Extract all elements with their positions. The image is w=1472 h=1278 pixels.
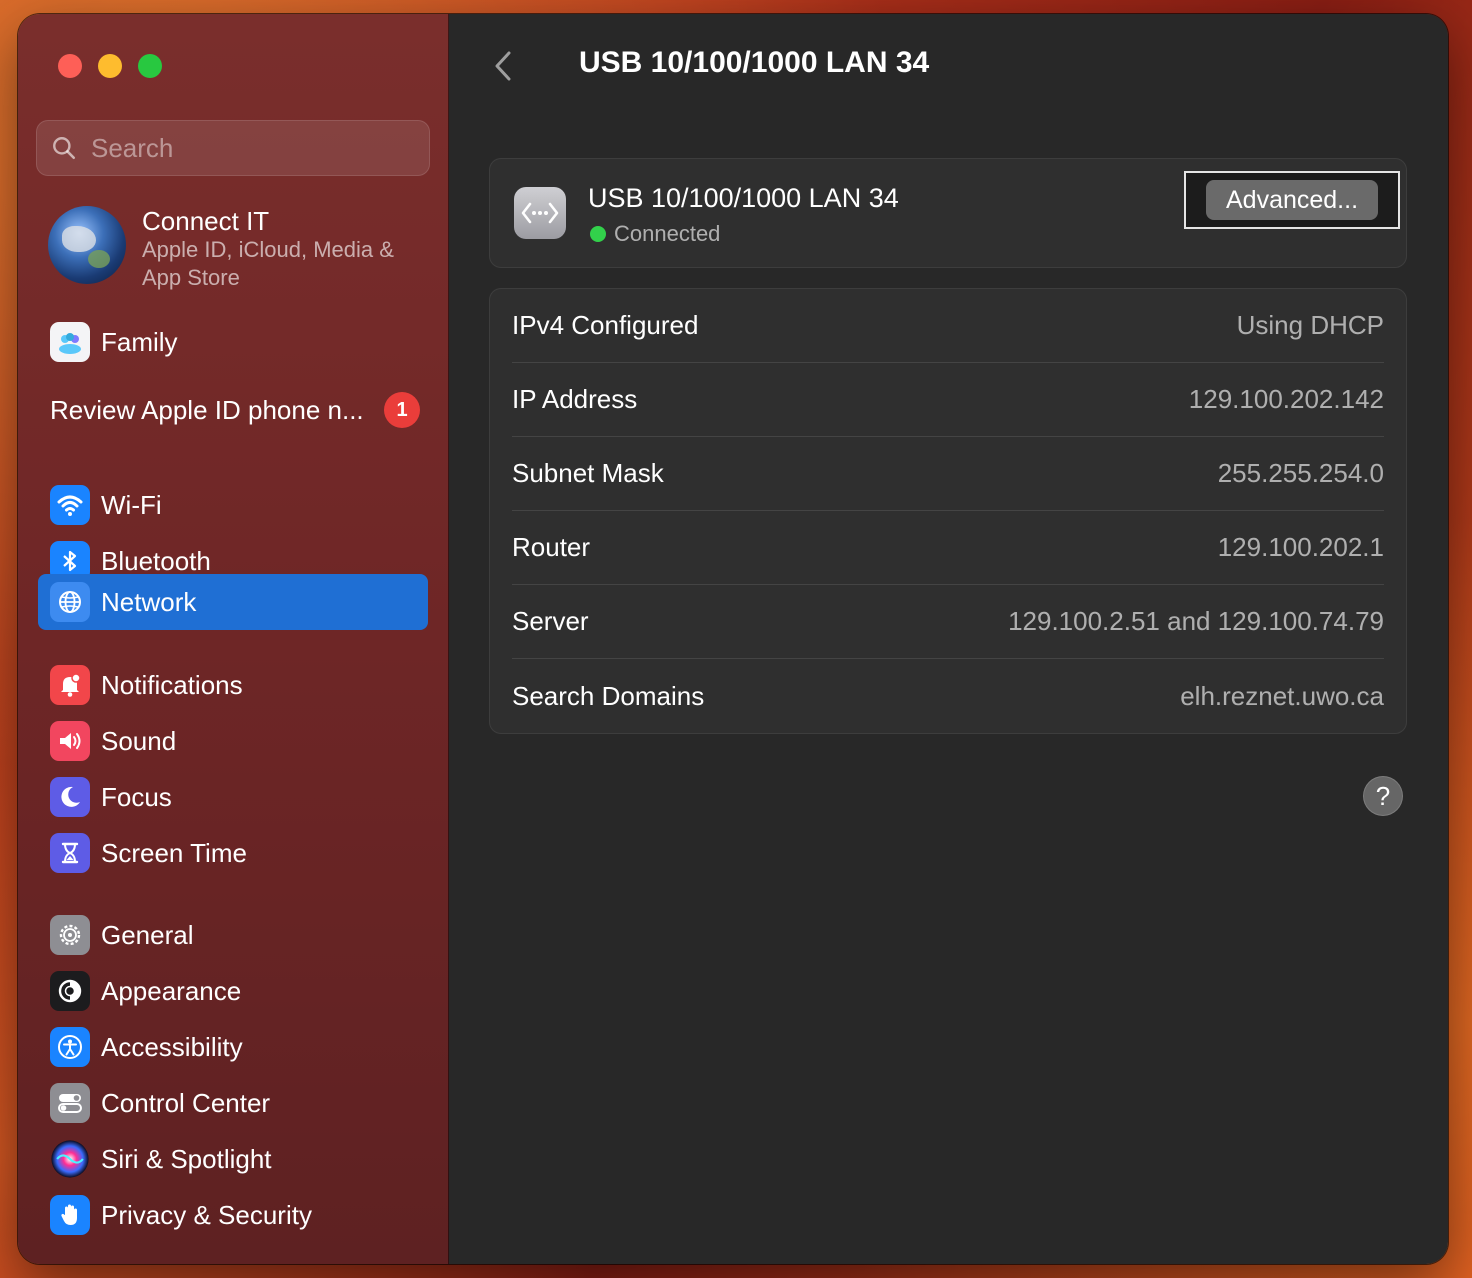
hourglass-icon [50, 833, 90, 873]
sidebar-item-family[interactable]: Family [38, 314, 428, 370]
sidebar: Connect IT Apple ID, iCloud, Media & App… [18, 14, 449, 1264]
detail-value: elh.reznet.uwo.ca [1180, 680, 1384, 711]
sidebar-item-label: Network [101, 586, 197, 617]
advanced-button-focus-ring: Advanced... [1184, 171, 1400, 229]
sidebar-item-label: Screen Time [101, 837, 247, 868]
appearance-icon [50, 971, 90, 1011]
sidebar-item-notifications[interactable]: Notifications [38, 657, 428, 713]
siri-icon [50, 1139, 90, 1179]
sidebar-item-control-center[interactable]: Control Center [38, 1075, 428, 1131]
account-item[interactable]: Connect IT Apple ID, iCloud, Media & App… [48, 206, 418, 292]
detail-value: 129.100.202.1 [1217, 532, 1384, 562]
sidebar-item-label: Wi-Fi [101, 489, 162, 520]
sidebar-item-label: General [101, 919, 194, 950]
system-settings-window: Connect IT Apple ID, iCloud, Media & App… [18, 14, 1448, 1264]
detail-key: IPv4 Configured [512, 310, 699, 340]
sidebar-item-label: Notifications [101, 669, 243, 700]
connection-card: USB 10/100/1000 LAN 34 Connected Advance… [489, 158, 1407, 268]
sidebar-item-label: Focus [101, 781, 172, 812]
detail-row: IP Address 129.100.202.142 [512, 363, 1384, 437]
sidebar-item-sound[interactable]: Sound [38, 713, 428, 769]
sidebar-item-label: Siri & Spotlight [101, 1143, 272, 1174]
connection-status: Connected [590, 221, 720, 247]
detail-row: Server 129.100.2.51 and 129.100.74.79 [512, 585, 1384, 659]
close-button[interactable] [58, 54, 82, 78]
sidebar-item-accessibility[interactable]: Accessibility [38, 1019, 428, 1075]
detail-row: Router 129.100.202.1 [512, 511, 1384, 585]
detail-key: Server [512, 606, 589, 636]
globe-icon [50, 582, 90, 622]
wifi-icon [50, 485, 90, 525]
detail-value: 129.100.2.51 and 129.100.74.79 [1008, 606, 1384, 636]
sidebar-item-privacy-security[interactable]: Privacy & Security [38, 1187, 428, 1243]
detail-row: Search Domains elh.reznet.uwo.ca [512, 659, 1384, 733]
back-chevron-icon[interactable] [489, 48, 517, 84]
detail-row: Subnet Mask 255.255.254.0 [512, 437, 1384, 511]
sidebar-item-appearance[interactable]: Appearance [38, 963, 428, 1019]
sidebar-item-label: Sound [101, 725, 177, 756]
review-label: Review Apple ID phone n... [50, 394, 364, 425]
hand-icon [50, 1195, 90, 1235]
sidebar-item-label: Control Center [101, 1087, 271, 1118]
advanced-button[interactable]: Advanced... [1206, 180, 1378, 220]
detail-key: IP Address [512, 384, 638, 414]
search-icon [53, 137, 76, 160]
gear-icon [50, 915, 90, 955]
family-icon [50, 322, 90, 362]
window-controls [58, 54, 162, 78]
moon-icon [50, 777, 90, 817]
status-dot-icon [590, 226, 606, 242]
detail-row: IPv4 Configured Using DHCP [512, 289, 1384, 363]
status-label: Connected [614, 221, 721, 246]
ip-details-card: IPv4 Configured Using DHCP IP Address 12… [489, 288, 1407, 734]
detail-pane: USB 10/100/1000 LAN 34 USB 10/100/1000 L… [449, 14, 1448, 1264]
detail-key: Subnet Mask [512, 458, 664, 488]
review-apple-id-item[interactable]: Review Apple ID phone n... 1 [50, 390, 420, 430]
detail-key: Search Domains [512, 680, 705, 711]
account-subtitle: Apple ID, iCloud, Media & App Store [142, 237, 394, 290]
search-field[interactable] [36, 120, 430, 176]
sidebar-item-general[interactable]: General [38, 907, 428, 963]
detail-value: 255.255.254.0 [1217, 458, 1384, 488]
toggles-icon [50, 1083, 90, 1123]
sidebar-item-wifi[interactable]: Wi-Fi [38, 477, 428, 533]
bell-icon [50, 665, 90, 705]
sidebar-item-label: Bluetooth [101, 545, 211, 576]
accessibility-icon [50, 1027, 90, 1067]
account-name: Connect IT [142, 206, 270, 236]
search-input[interactable] [91, 132, 391, 164]
sidebar-item-screen-time[interactable]: Screen Time [38, 825, 428, 881]
sidebar-item-label: Privacy & Security [101, 1199, 312, 1230]
avatar [48, 206, 126, 284]
connection-name: USB 10/100/1000 LAN 34 [588, 183, 899, 213]
sidebar-item-label: Accessibility [101, 1031, 243, 1062]
ethernet-icon [514, 187, 566, 239]
sidebar-item-label: Appearance [101, 975, 242, 1006]
detail-value: Using DHCP [1236, 310, 1384, 340]
detail-value: 129.100.202.142 [1188, 384, 1384, 414]
sidebar-item-focus[interactable]: Focus [38, 769, 428, 825]
sidebar-item-label: Family [101, 326, 178, 357]
speaker-icon [50, 721, 90, 761]
notification-badge: 1 [384, 392, 420, 428]
zoom-button[interactable] [138, 54, 162, 78]
page-title: USB 10/100/1000 LAN 34 [579, 46, 930, 79]
detail-key: Router [512, 532, 591, 562]
help-button[interactable]: ? [1363, 776, 1403, 816]
sidebar-item-siri-spotlight[interactable]: Siri & Spotlight [38, 1131, 428, 1187]
minimize-button[interactable] [98, 54, 122, 78]
sidebar-item-network[interactable]: Network [38, 574, 428, 630]
